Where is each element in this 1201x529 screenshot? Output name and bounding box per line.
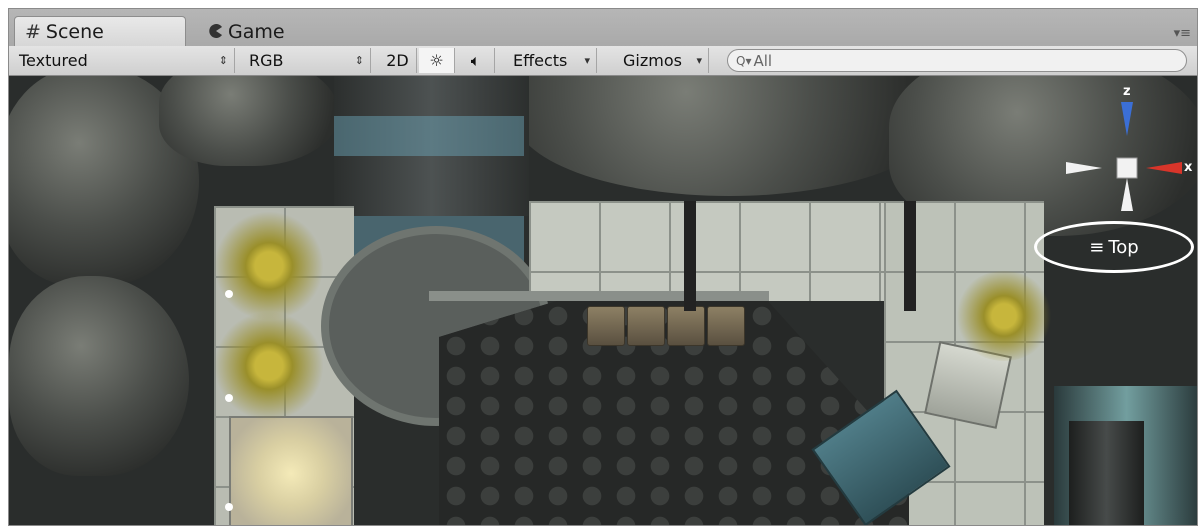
crate: [667, 306, 705, 346]
crate: [587, 306, 625, 346]
scene-viewport[interactable]: z x ≡ Top: [9, 76, 1197, 525]
rock-mesh: [159, 76, 339, 166]
crate: [707, 306, 745, 346]
plant: [954, 271, 1054, 361]
light-marker: [225, 290, 233, 298]
toggle-2d-label: 2D: [386, 51, 409, 70]
gizmo-axes-icon: [1066, 102, 1182, 211]
draw-mode-label: Textured: [19, 51, 88, 70]
gizmos-dropdown[interactable]: Gizmos ▾: [617, 48, 709, 73]
door-frame: [1069, 421, 1144, 525]
toggle-2d-button[interactable]: 2D: [379, 48, 417, 73]
floor-rim: [429, 291, 769, 301]
tab-game-label: Game: [228, 20, 285, 43]
hamburger-icon: ≡: [1089, 236, 1105, 258]
tab-scene-label: Scene: [45, 21, 104, 43]
tab-scene[interactable]: # Scene: [14, 16, 186, 47]
grid-hash-icon: #: [25, 21, 41, 43]
speaker-icon: 🔈︎: [470, 50, 481, 70]
tab-game[interactable]: Game: [199, 16, 319, 47]
light-marker: [225, 503, 233, 511]
scene-window: # Scene Game ▾≡ Textured ⇕ RGB ⇕ 2D ☼ 🔈︎: [8, 8, 1198, 526]
rock-mesh: [514, 76, 944, 196]
render-mode-label: RGB: [249, 51, 284, 70]
plant: [214, 211, 324, 321]
lighting-toggle-button[interactable]: ☼: [419, 48, 455, 73]
window-menu-icon[interactable]: ▾≡: [1174, 26, 1191, 41]
dropdown-arrow-icon: ⇕: [354, 54, 364, 67]
search-value: All: [753, 51, 773, 70]
tab-strip: # Scene Game ▾≡: [9, 9, 1197, 47]
light-marker: [225, 394, 233, 402]
lit-floor-panel: [229, 416, 353, 525]
effects-dropdown[interactable]: Effects ▾: [507, 48, 597, 73]
pacman-icon: [209, 21, 223, 43]
dropdown-arrow-icon: ⇕: [218, 54, 228, 67]
view-orientation-label[interactable]: ≡ Top: [1034, 221, 1194, 273]
scene-toolbar: Textured ⇕ RGB ⇕ 2D ☼ 🔈︎ Effects ▾ Gizmo…: [9, 46, 1197, 76]
dropdown-arrow-icon: ▾: [696, 54, 702, 67]
z-axis-label: z: [1123, 84, 1131, 99]
render-mode-dropdown[interactable]: RGB ⇕: [243, 48, 371, 73]
glass-panel: [334, 116, 524, 156]
view-label-text: Top: [1108, 236, 1139, 258]
audio-toggle-button[interactable]: 🔈︎: [457, 48, 495, 73]
draw-mode-dropdown[interactable]: Textured ⇕: [13, 48, 235, 73]
x-axis-label: x: [1184, 160, 1193, 175]
rock-mesh: [9, 276, 189, 476]
effects-label: Effects: [513, 51, 568, 70]
sun-icon: ☼: [429, 51, 444, 70]
gizmos-label: Gizmos: [623, 51, 682, 70]
dropdown-arrow-icon: ▾: [584, 54, 590, 67]
orientation-gizmo[interactable]: z x: [1064, 84, 1192, 216]
pipe: [684, 201, 696, 311]
search-icon: Q▾: [736, 53, 752, 68]
plant: [214, 311, 324, 421]
search-input[interactable]: Q▾ All: [727, 49, 1187, 72]
pipe: [904, 201, 916, 311]
crate: [627, 306, 665, 346]
